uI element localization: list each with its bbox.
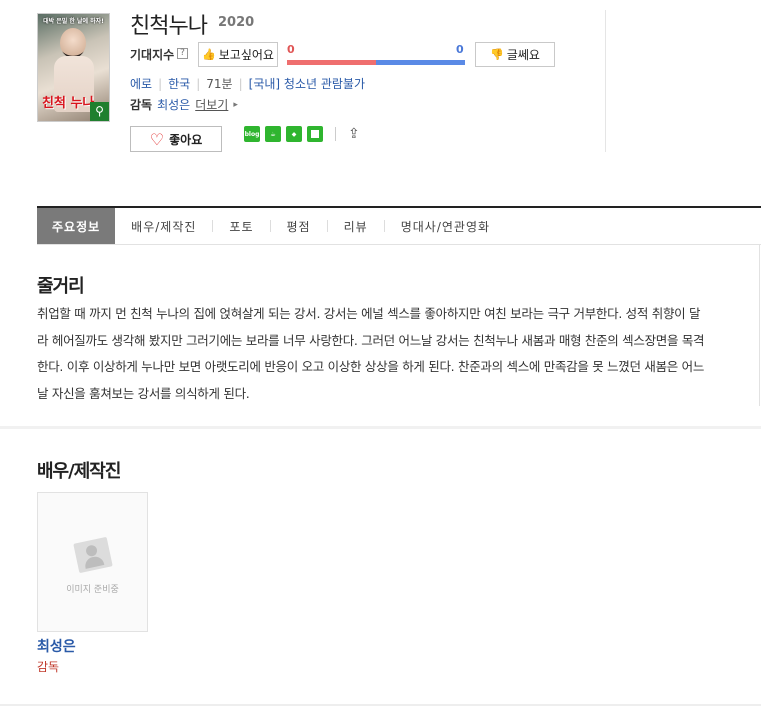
cast-role: 감독 <box>37 660 60 674</box>
meta-divider: | <box>196 76 201 91</box>
tab-bar: 주요정보 배우/제작진 포토 평점 리뷰 명대사/연관영화 <box>37 206 761 244</box>
expectation-bar <box>287 60 465 65</box>
tab-main-info[interactable]: 주요정보 <box>37 208 116 244</box>
synopsis-title: 줄거리 <box>37 276 85 297</box>
synopsis-text: 취업할 때 까지 먼 친척 누나의 집에 얹혀살게 되는 강서. 강서는 에널 … <box>37 306 705 401</box>
want-to-see-button[interactable]: 👍 보고싶어요 <box>198 42 278 67</box>
cast-title: 배우/제작진 <box>37 461 121 482</box>
tab-cast[interactable]: 배우/제작진 <box>115 208 212 244</box>
tab-quotes-related[interactable]: 명대사/연관영화 <box>385 208 506 244</box>
page-title: 친척누나 <box>130 14 208 39</box>
want-bar <box>287 60 376 65</box>
director-row: 감독 최성은 더보기 ▸ <box>130 96 238 113</box>
want-score: 0 <box>287 43 295 56</box>
cafe-icon[interactable]: ☕ <box>265 126 281 142</box>
like-button[interactable]: ♡ 좋아요 <box>130 126 222 152</box>
tab-review[interactable]: 리뷰 <box>328 208 384 244</box>
person-placeholder-icon <box>72 536 113 573</box>
share-icon[interactable]: ⇪ <box>348 126 360 142</box>
memo-icon[interactable] <box>307 126 323 142</box>
country-link[interactable]: 한국 <box>168 75 190 92</box>
tab-photo[interactable]: 포토 <box>213 208 269 244</box>
help-icon[interactable]: ? <box>177 48 188 59</box>
director-name-link[interactable]: 최성은 <box>157 96 190 113</box>
meta-divider: | <box>238 76 243 91</box>
chevron-right-icon: ▸ <box>233 99 238 110</box>
movie-poster[interactable]: 대박 은밀 한 날에 하자! 친척 누나 ⚲ <box>37 13 110 122</box>
release-year: 2020 <box>218 15 255 30</box>
tab-rating[interactable]: 평점 <box>271 208 327 244</box>
genre-link[interactable]: 에로 <box>130 75 152 92</box>
tab-underline <box>37 244 761 245</box>
magnifier-icon[interactable]: ⚲ <box>90 102 109 121</box>
meta-divider: | <box>158 76 163 91</box>
want-to-see-label: 보고싶어요 <box>218 48 274 62</box>
like-label: 좋아요 <box>169 132 203 147</box>
more-link[interactable]: 더보기 <box>195 96 228 113</box>
director-label: 감독 <box>130 98 153 112</box>
content-right-border <box>759 244 760 406</box>
poster-top-text: 대박 은밀 한 날에 하자! <box>43 18 104 25</box>
rating-link[interactable]: [국내] 청소년 관람불가 <box>249 75 365 92</box>
meh-button[interactable]: 👎 글쎄요 <box>475 42 555 67</box>
meh-bar <box>376 60 465 65</box>
section-divider <box>0 704 761 706</box>
heart-icon: ♡ <box>149 129 165 149</box>
share-bar: blog ☕ ◆ ⇪ <box>244 126 360 142</box>
poster-title-text: 친척 누나 <box>42 96 95 111</box>
thumbs-up-icon: 👍 <box>202 48 216 61</box>
cast-photo-placeholder[interactable]: 이미지 준비중 <box>37 492 148 632</box>
meh-score: 0 <box>456 43 464 56</box>
cast-name-link[interactable]: 최성은 <box>37 636 76 656</box>
bookmark-icon[interactable]: ◆ <box>286 126 302 142</box>
header-divider <box>605 10 606 152</box>
share-divider <box>335 127 336 141</box>
meh-label: 글쎄요 <box>506 48 540 62</box>
expectation-label: 기대지수 <box>130 48 175 62</box>
blog-icon[interactable]: blog <box>244 126 260 142</box>
poster-face <box>60 28 86 58</box>
placeholder-text: 이미지 준비중 <box>66 584 119 595</box>
thumbs-down-icon: 👎 <box>490 48 504 61</box>
movie-meta: 에로 | 한국 | 71분 | [국내] 청소년 관람불가 <box>130 75 365 92</box>
section-divider <box>0 426 761 429</box>
runtime: 71분 <box>206 77 233 91</box>
